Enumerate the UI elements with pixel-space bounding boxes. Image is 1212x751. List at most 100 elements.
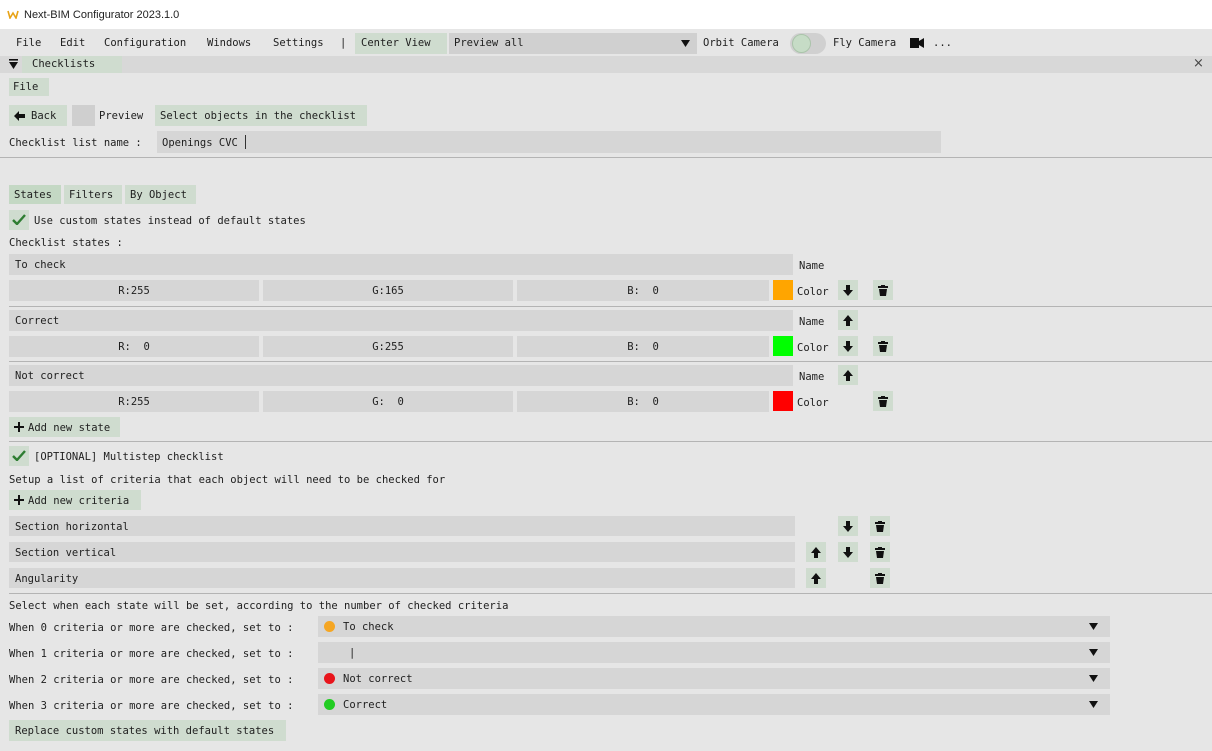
tab-states[interactable]: States (9, 185, 61, 204)
add-state-label: Add new state (28, 422, 111, 434)
arrow-down-icon (843, 520, 853, 532)
use-custom-states-checkbox[interactable] (9, 210, 29, 230)
color-swatch[interactable] (773, 280, 793, 300)
state-green-input[interactable]: G:165 (263, 280, 513, 301)
panel-file-menu[interactable]: File (9, 78, 49, 96)
select-when-text: Select when each state will be set, acco… (9, 600, 509, 612)
state-green-input[interactable]: G: 0 (263, 391, 513, 412)
select-objects-button[interactable]: Select objects in the checklist (155, 105, 367, 126)
state-red-input[interactable]: R:255 (9, 391, 259, 412)
checklists-tab[interactable]: Checklists (22, 56, 122, 73)
multistep-checkbox[interactable] (9, 446, 29, 466)
chevron-down-icon (1089, 649, 1098, 656)
menu-configuration[interactable]: Configuration (104, 37, 186, 49)
move-up-button[interactable] (838, 365, 858, 385)
delete-state-button[interactable] (873, 336, 893, 356)
criteria-input[interactable]: Section vertical (9, 542, 795, 562)
setup-criteria-text: Setup a list of criteria that each objec… (9, 474, 446, 486)
state-name-value: Not correct (15, 370, 85, 382)
move-down-button[interactable] (838, 516, 858, 536)
trash-icon (875, 546, 885, 558)
rule-label: When 3 criteria or more are checked, set… (9, 700, 294, 712)
rule-state-value: Correct (343, 699, 388, 711)
delete-state-button[interactable] (873, 391, 893, 411)
rule-state-dropdown[interactable]: To check (318, 616, 1110, 637)
color-swatch[interactable] (773, 336, 793, 356)
state-red-input[interactable]: R:255 (9, 280, 259, 301)
collapse-arrow-icon[interactable] (9, 59, 18, 69)
checklist-name-value: Openings CVC (162, 137, 238, 149)
red-value: R:255 (118, 285, 150, 297)
state-dot (324, 673, 335, 684)
plus-icon (14, 422, 24, 432)
menu-file[interactable]: File (16, 37, 41, 49)
move-up-button[interactable] (838, 310, 858, 330)
delete-criteria-button[interactable] (870, 568, 890, 588)
menu-settings[interactable]: Settings (273, 37, 324, 49)
criteria-input[interactable]: Section horizontal (9, 516, 795, 536)
state-blue-input[interactable]: B: 0 (517, 280, 769, 301)
rule-label: When 1 criteria or more are checked, set… (9, 648, 294, 660)
divider (0, 157, 1212, 158)
back-button[interactable]: Back (9, 105, 67, 126)
menu-edit[interactable]: Edit (60, 37, 85, 49)
rule-state-value: Not correct (343, 673, 413, 685)
color-tag: Color (797, 342, 829, 354)
rule-state-dropdown[interactable]: | (318, 642, 1110, 663)
move-up-button[interactable] (806, 568, 826, 588)
tab-filters[interactable]: Filters (64, 185, 122, 204)
delete-state-button[interactable] (873, 280, 893, 300)
move-down-button[interactable] (838, 280, 858, 300)
camera-mode-toggle[interactable] (790, 33, 826, 54)
window-title: Next-BIM Configurator 2023.1.0 (24, 9, 180, 21)
menu-separator: | (340, 37, 347, 49)
move-up-button[interactable] (806, 542, 826, 562)
state-name-input[interactable]: To check (9, 254, 793, 275)
delete-criteria-button[interactable] (870, 542, 890, 562)
add-criteria-button[interactable]: Add new criteria (9, 490, 141, 510)
main-menubar: File Edit Configuration Windows Settings… (0, 33, 1212, 54)
tab-by-object[interactable]: By Object (125, 185, 196, 204)
color-swatch[interactable] (773, 391, 793, 411)
checkmark-icon (12, 214, 26, 225)
tab-states-label: States (14, 189, 52, 201)
move-down-button[interactable] (838, 542, 858, 562)
more-options[interactable]: ... (933, 37, 952, 49)
state-name-input[interactable]: Not correct (9, 365, 793, 386)
arrow-down-icon (843, 546, 853, 558)
state-name-value: Correct (15, 315, 60, 327)
red-value: R:255 (118, 396, 150, 408)
app-logo-icon (7, 10, 19, 19)
name-tag: Name (799, 316, 825, 328)
checkmark-icon (12, 450, 26, 461)
state-blue-input[interactable]: B: 0 (517, 391, 769, 412)
center-view-button[interactable]: Center View (355, 33, 447, 54)
close-icon[interactable]: × (1193, 56, 1204, 71)
state-red-input[interactable]: R: 0 (9, 336, 259, 357)
trash-icon (875, 520, 885, 532)
add-state-button[interactable]: Add new state (9, 417, 120, 437)
move-down-button[interactable] (838, 336, 858, 356)
rule-state-dropdown[interactable]: Not correct (318, 668, 1110, 689)
checklist-states-label: Checklist states : (9, 237, 123, 249)
replace-states-button[interactable]: Replace custom states with default state… (9, 720, 286, 741)
delete-criteria-button[interactable] (870, 516, 890, 536)
preview-mode-dropdown[interactable]: Preview all (449, 33, 697, 54)
rule-state-dropdown[interactable]: Correct (318, 694, 1110, 715)
criteria-input[interactable]: Angularity (9, 568, 795, 588)
checklist-name-input[interactable]: Openings CVC (157, 131, 941, 153)
state-blue-input[interactable]: B: 0 (517, 336, 769, 357)
state-green-input[interactable]: G:255 (263, 336, 513, 357)
video-camera-icon[interactable] (910, 38, 924, 48)
divider (9, 306, 1212, 307)
arrow-up-icon (843, 369, 853, 381)
state-name-input[interactable]: Correct (9, 310, 793, 331)
menu-windows[interactable]: Windows (207, 37, 251, 49)
chevron-down-icon (1089, 701, 1098, 708)
criteria-value: Section vertical (15, 547, 117, 559)
orbit-camera-label: Orbit Camera (703, 37, 779, 49)
back-label: Back (31, 110, 57, 122)
replace-states-label: Replace custom states with default state… (15, 725, 275, 737)
preview-checkbox[interactable] (72, 105, 95, 126)
checklist-name-label: Checklist list name : (9, 137, 142, 149)
